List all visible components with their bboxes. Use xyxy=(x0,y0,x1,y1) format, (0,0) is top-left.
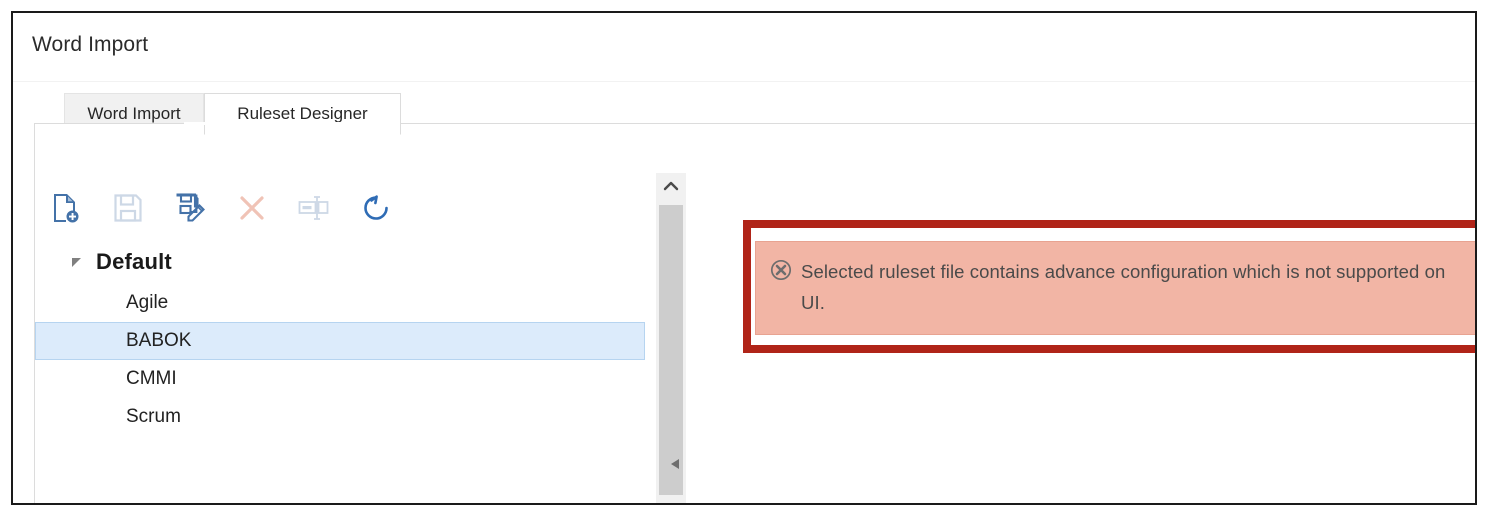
tree-item-cmmi-label: CMMI xyxy=(126,368,177,389)
rename-ruleset-button[interactable] xyxy=(283,181,345,235)
refresh-ruleset-button[interactable] xyxy=(345,181,407,235)
save-icon xyxy=(113,193,143,223)
ruleset-toolbar xyxy=(35,176,654,240)
tree-item-babok-label: BABOK xyxy=(126,330,192,351)
scroll-left-button[interactable] xyxy=(668,459,682,473)
tree-node-default[interactable]: Default xyxy=(35,240,654,284)
error-circle-x-icon xyxy=(770,259,792,286)
expander-collapse-icon[interactable] xyxy=(70,255,86,271)
delete-ruleset-button[interactable] xyxy=(221,181,283,235)
error-banner: Selected ruleset file contains advance c… xyxy=(755,241,1475,335)
error-banner-highlight: Selected ruleset file contains advance c… xyxy=(743,220,1475,353)
error-message-text: Selected ruleset file contains advance c… xyxy=(801,261,1446,313)
rename-icon xyxy=(298,195,330,221)
vertical-scrollbar-thumb[interactable] xyxy=(659,205,683,495)
save-as-icon xyxy=(174,192,206,224)
tree-item-babok[interactable]: BABOK xyxy=(35,322,645,360)
ruleset-list-pane: Default Agile BABOK CMMI Scrum xyxy=(35,124,654,503)
chevron-up-icon xyxy=(663,179,679,197)
tree-item-agile-label: Agile xyxy=(126,292,169,313)
tree-item-scrum-label: Scrum xyxy=(126,406,181,427)
tree-item-scrum[interactable]: Scrum xyxy=(35,398,654,436)
vertical-scrollbar[interactable] xyxy=(656,173,686,503)
save-ruleset-button[interactable] xyxy=(97,181,159,235)
tree-item-cmmi[interactable]: CMMI xyxy=(35,360,654,398)
tab-word-import-label: Word Import xyxy=(87,104,181,123)
new-ruleset-icon xyxy=(51,192,81,224)
ruleset-tree[interactable]: Default Agile BABOK CMMI Scrum xyxy=(35,240,654,503)
active-tab-notch xyxy=(184,122,382,125)
refresh-icon xyxy=(360,192,392,224)
tab-ruleset-designer-label: Ruleset Designer xyxy=(237,104,368,123)
ruleset-designer-panel: Default Agile BABOK CMMI Scrum Selected … xyxy=(34,123,1475,503)
tab-ruleset-designer[interactable]: Ruleset Designer xyxy=(204,93,401,135)
window-title: Word Import xyxy=(32,33,149,56)
scroll-up-button[interactable] xyxy=(656,173,686,203)
ruleset-detail-pane: Selected ruleset file contains advance c… xyxy=(687,124,1475,503)
tree-node-default-label: Default xyxy=(96,249,172,274)
delete-icon xyxy=(237,193,267,223)
save-as-ruleset-button[interactable] xyxy=(159,181,221,235)
word-import-window: Word Import Word Import Ruleset Designer xyxy=(11,11,1477,505)
tree-item-agile[interactable]: Agile xyxy=(35,284,654,322)
new-ruleset-button[interactable] xyxy=(35,181,97,235)
triangle-left-icon xyxy=(670,457,681,475)
